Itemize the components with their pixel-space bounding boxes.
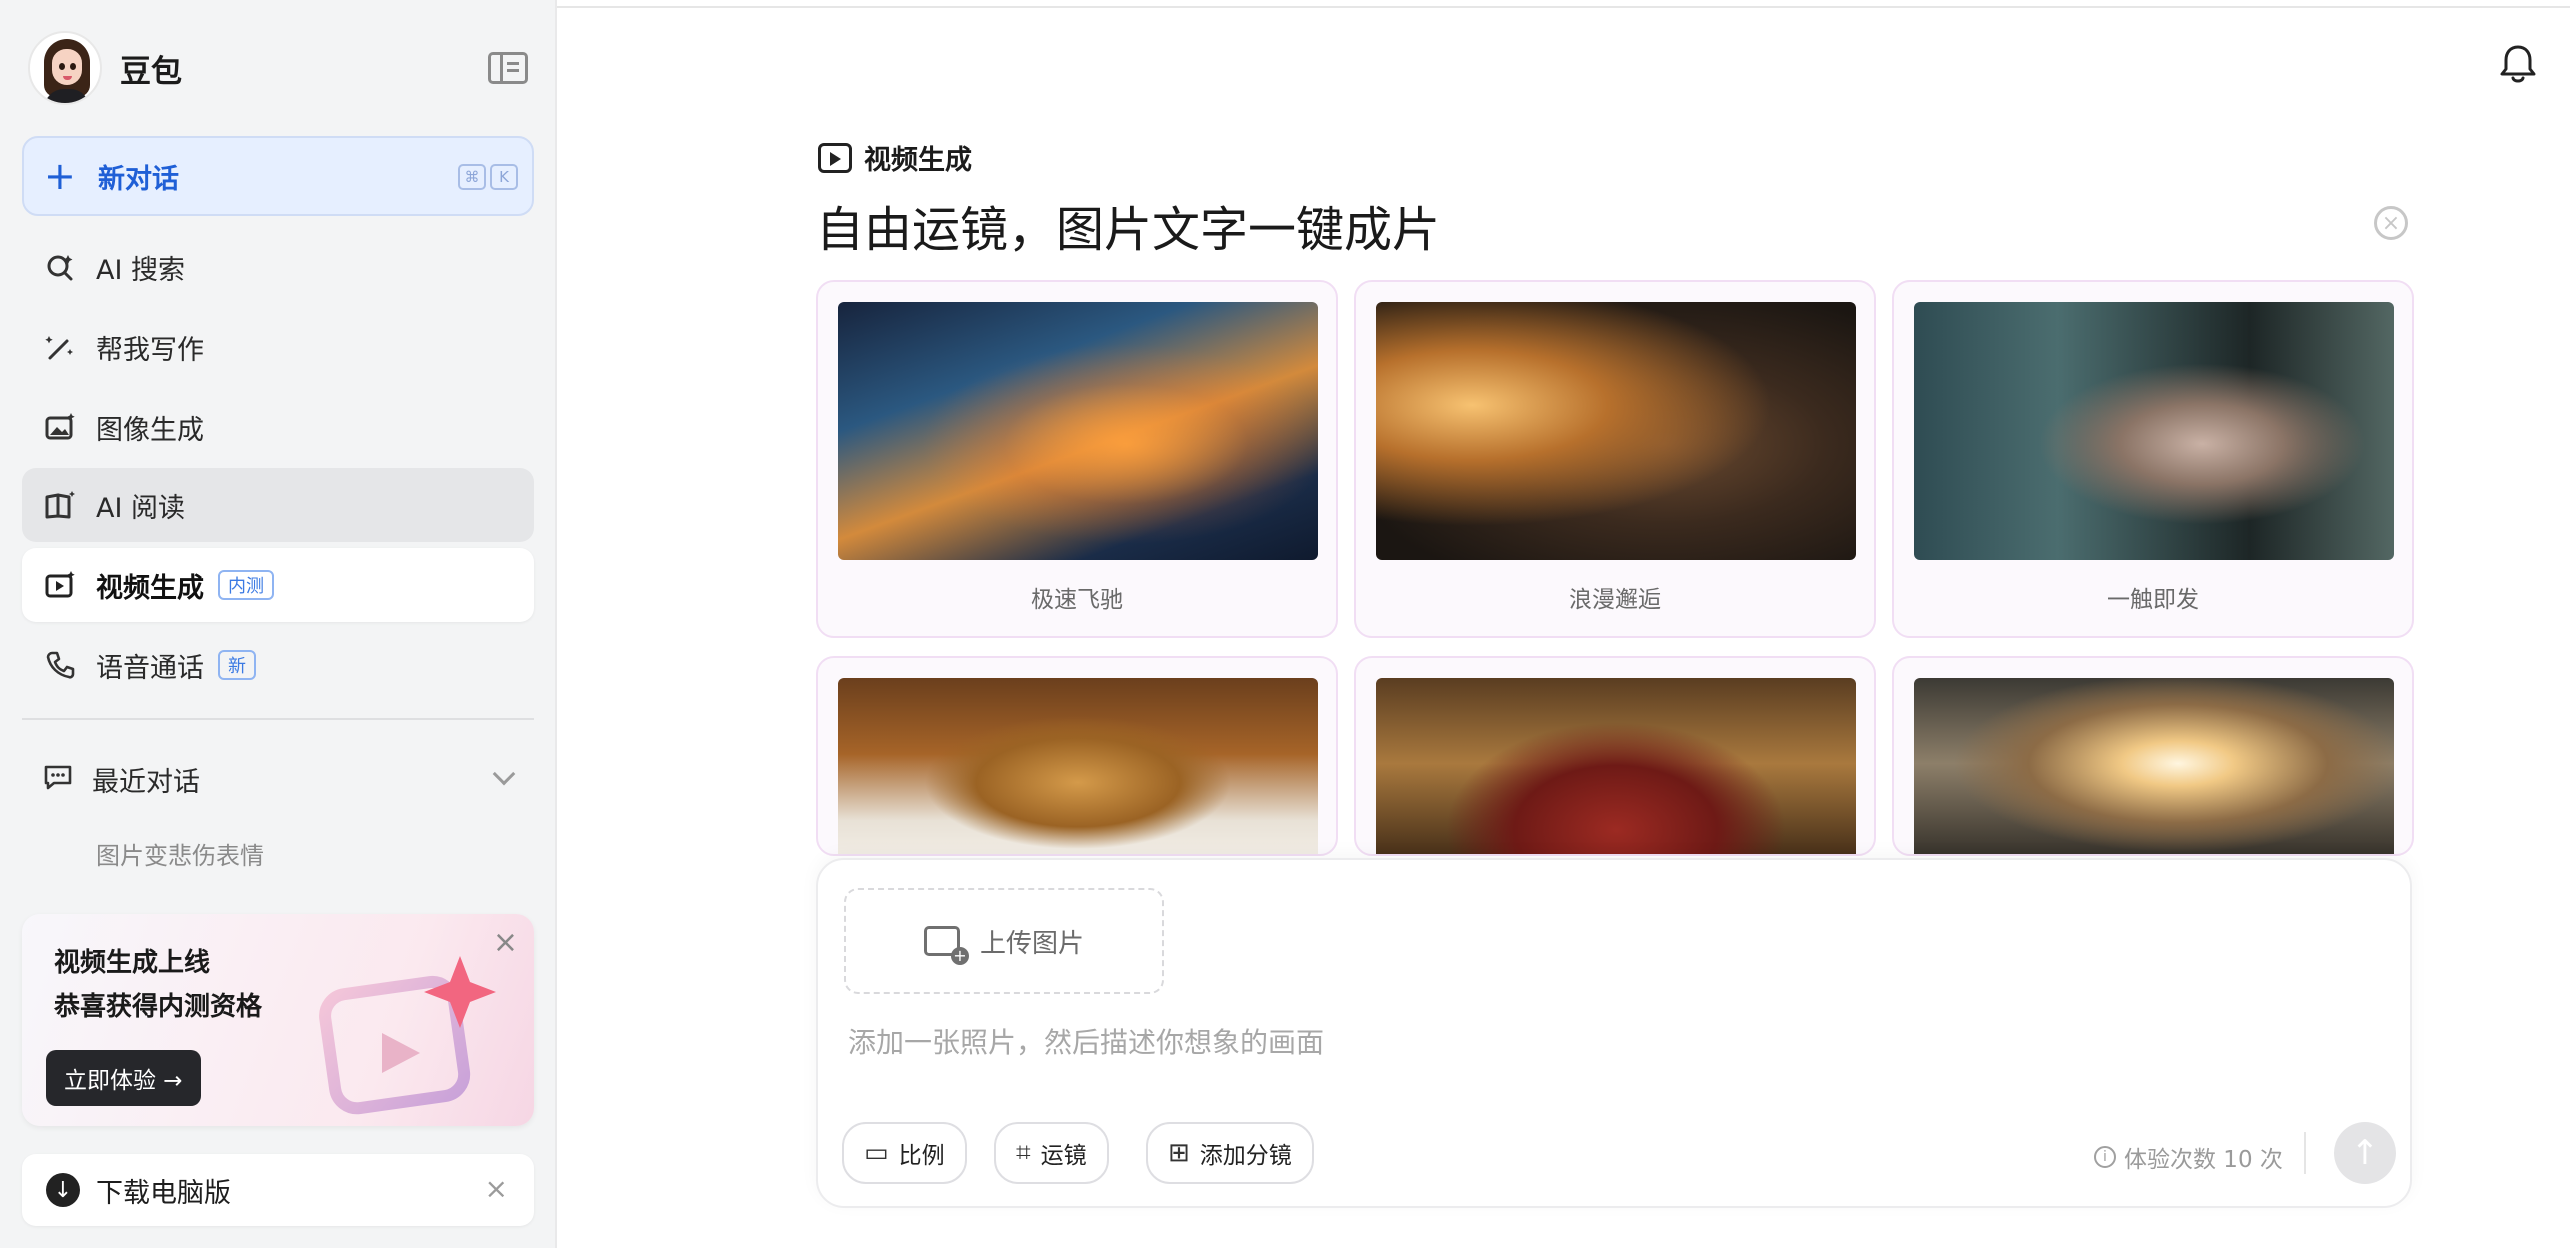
prompt-composer: 上传图片 ▭ 比例 ⌗ 运镜 ⊞ 添加分镜 i 体验次数 10 次 ↑	[816, 858, 2412, 1208]
download-icon: ↓	[46, 1173, 80, 1207]
camera-move-button[interactable]: ⌗ 运镜	[994, 1122, 1109, 1184]
sidebar-item-ai-reading[interactable]: AI 阅读	[22, 468, 534, 542]
template-card-dog[interactable]	[816, 656, 1338, 856]
sidebar-item-label: 帮我写作	[96, 334, 204, 366]
sidebar-divider	[22, 718, 534, 720]
prompt-input[interactable]	[848, 1020, 2348, 1064]
upload-image-button[interactable]: 上传图片	[844, 888, 1164, 994]
command-key: ⌘	[458, 164, 486, 190]
chat-bubble-icon	[42, 761, 74, 797]
cliff-sunrise-image	[1914, 678, 2394, 854]
sidebar-item-video-gen[interactable]: 视频生成 内测	[22, 548, 534, 622]
video-sparkle-icon	[818, 142, 852, 173]
sidebar-item-label: 图像生成	[96, 414, 204, 446]
red-sofa-scene-image	[1376, 678, 1856, 854]
sidebar-item-label: 语音通话	[96, 652, 204, 684]
sidebar-item-label: AI 阅读	[96, 492, 186, 524]
ratio-label: 比例	[898, 1143, 945, 1169]
new-chat-button[interactable]: + 新对话 ⌘ K	[22, 136, 534, 216]
bell-icon[interactable]	[2496, 42, 2540, 86]
try-now-button[interactable]: 立即体验 →	[46, 1050, 201, 1106]
card-caption: 一触即发	[2107, 587, 2199, 613]
camera-frame-icon: ⌗	[1016, 1137, 1031, 1168]
sidebar-item-label: 视频生成	[96, 572, 204, 604]
promo-subtitle: 恭喜获得内测资格	[54, 992, 263, 1022]
mode-header: 视频生成	[818, 138, 972, 177]
camera-move-label: 运镜	[1040, 1143, 1087, 1169]
card-caption: 浪漫邂逅	[1569, 587, 1661, 613]
template-card-trigger[interactable]: 一触即发	[1892, 280, 2414, 638]
toolbar-separator	[2304, 1132, 2306, 1174]
ratio-button[interactable]: ▭ 比例	[842, 1122, 967, 1184]
upload-label: 上传图片	[979, 928, 1084, 959]
close-icon[interactable]: ×	[485, 1172, 508, 1205]
woman-sunglasses-image	[1914, 302, 2394, 560]
quota-text: 体验次数 10 次	[2124, 1147, 2283, 1173]
sidebar: 豆包 + 新对话 ⌘ K AI 搜索 帮我写作 图像生成 AI 阅读 视频生成 …	[0, 0, 557, 1248]
template-card-speeding[interactable]: 极速飞驰	[816, 280, 1338, 638]
sidebar-item-voice-call[interactable]: 语音通话 新	[22, 628, 534, 702]
mode-label: 视频生成	[864, 145, 972, 176]
search-sparkle-icon	[42, 249, 78, 285]
add-shot-label: 添加分镜	[1199, 1143, 1292, 1169]
page-title: 自由运镜，图片文字一键成片	[816, 202, 1441, 258]
add-shot-button[interactable]: ⊞ 添加分镜	[1146, 1122, 1314, 1184]
woman-profile-image	[1376, 302, 1856, 560]
new-chat-label: 新对话	[98, 163, 179, 195]
promo-title: 视频生成上线	[54, 948, 211, 978]
download-label: 下载电脑版	[96, 1177, 231, 1209]
add-frame-icon: ⊞	[1168, 1138, 1190, 1168]
sidebar-item-writing[interactable]: 帮我写作	[22, 310, 534, 384]
video-sparkle-icon	[42, 567, 78, 603]
image-upload-icon	[923, 926, 969, 965]
info-icon: i	[2094, 1146, 2116, 1168]
sidebar-collapse-icon[interactable]	[488, 52, 528, 84]
template-card-cliff[interactable]	[1892, 656, 2414, 856]
pen-sparkle-icon	[42, 329, 78, 365]
avatar[interactable]	[28, 31, 102, 105]
sidebar-item-ai-search[interactable]: AI 搜索	[22, 230, 534, 304]
beta-badge: 内测	[218, 570, 274, 600]
new-badge: 新	[218, 650, 256, 680]
recent-conversation-item[interactable]: 图片变悲伤表情	[96, 836, 264, 871]
sidebar-item-label: AI 搜索	[96, 254, 186, 286]
sidebar-item-image-gen[interactable]: 图像生成	[22, 390, 534, 464]
speeding-car-image	[838, 302, 1318, 560]
k-key: K	[490, 164, 518, 190]
template-card-romance[interactable]: 浪漫邂逅	[1354, 280, 1876, 638]
template-card-sofa[interactable]	[1354, 656, 1876, 856]
dog-reading-image	[838, 678, 1318, 854]
recent-conversations-header[interactable]: 最近对话	[22, 742, 534, 816]
image-sparkle-icon	[42, 409, 78, 445]
usage-quota: i 体验次数 10 次	[2094, 1140, 2283, 1174]
phone-icon	[42, 647, 78, 683]
download-desktop-bar[interactable]: ↓ 下载电脑版 ×	[22, 1154, 534, 1226]
promo-card: 视频生成上线 恭喜获得内测资格 立即体验 → ×	[22, 914, 534, 1126]
recent-title: 最近对话	[92, 766, 200, 798]
video-promo-illustration	[319, 956, 496, 1115]
send-button[interactable]: ↑	[2334, 1122, 2396, 1184]
brand-name: 豆包	[120, 53, 182, 90]
close-circle-icon[interactable]: ×	[2374, 206, 2408, 240]
brand[interactable]: 豆包	[28, 30, 182, 106]
book-sparkle-icon	[42, 487, 78, 523]
card-caption: 极速飞驰	[1031, 587, 1123, 613]
shortcut-hint: ⌘ K	[458, 164, 518, 190]
chevron-down-icon[interactable]	[492, 762, 516, 786]
aspect-ratio-icon: ▭	[864, 1138, 889, 1168]
plus-icon: +	[44, 154, 76, 198]
